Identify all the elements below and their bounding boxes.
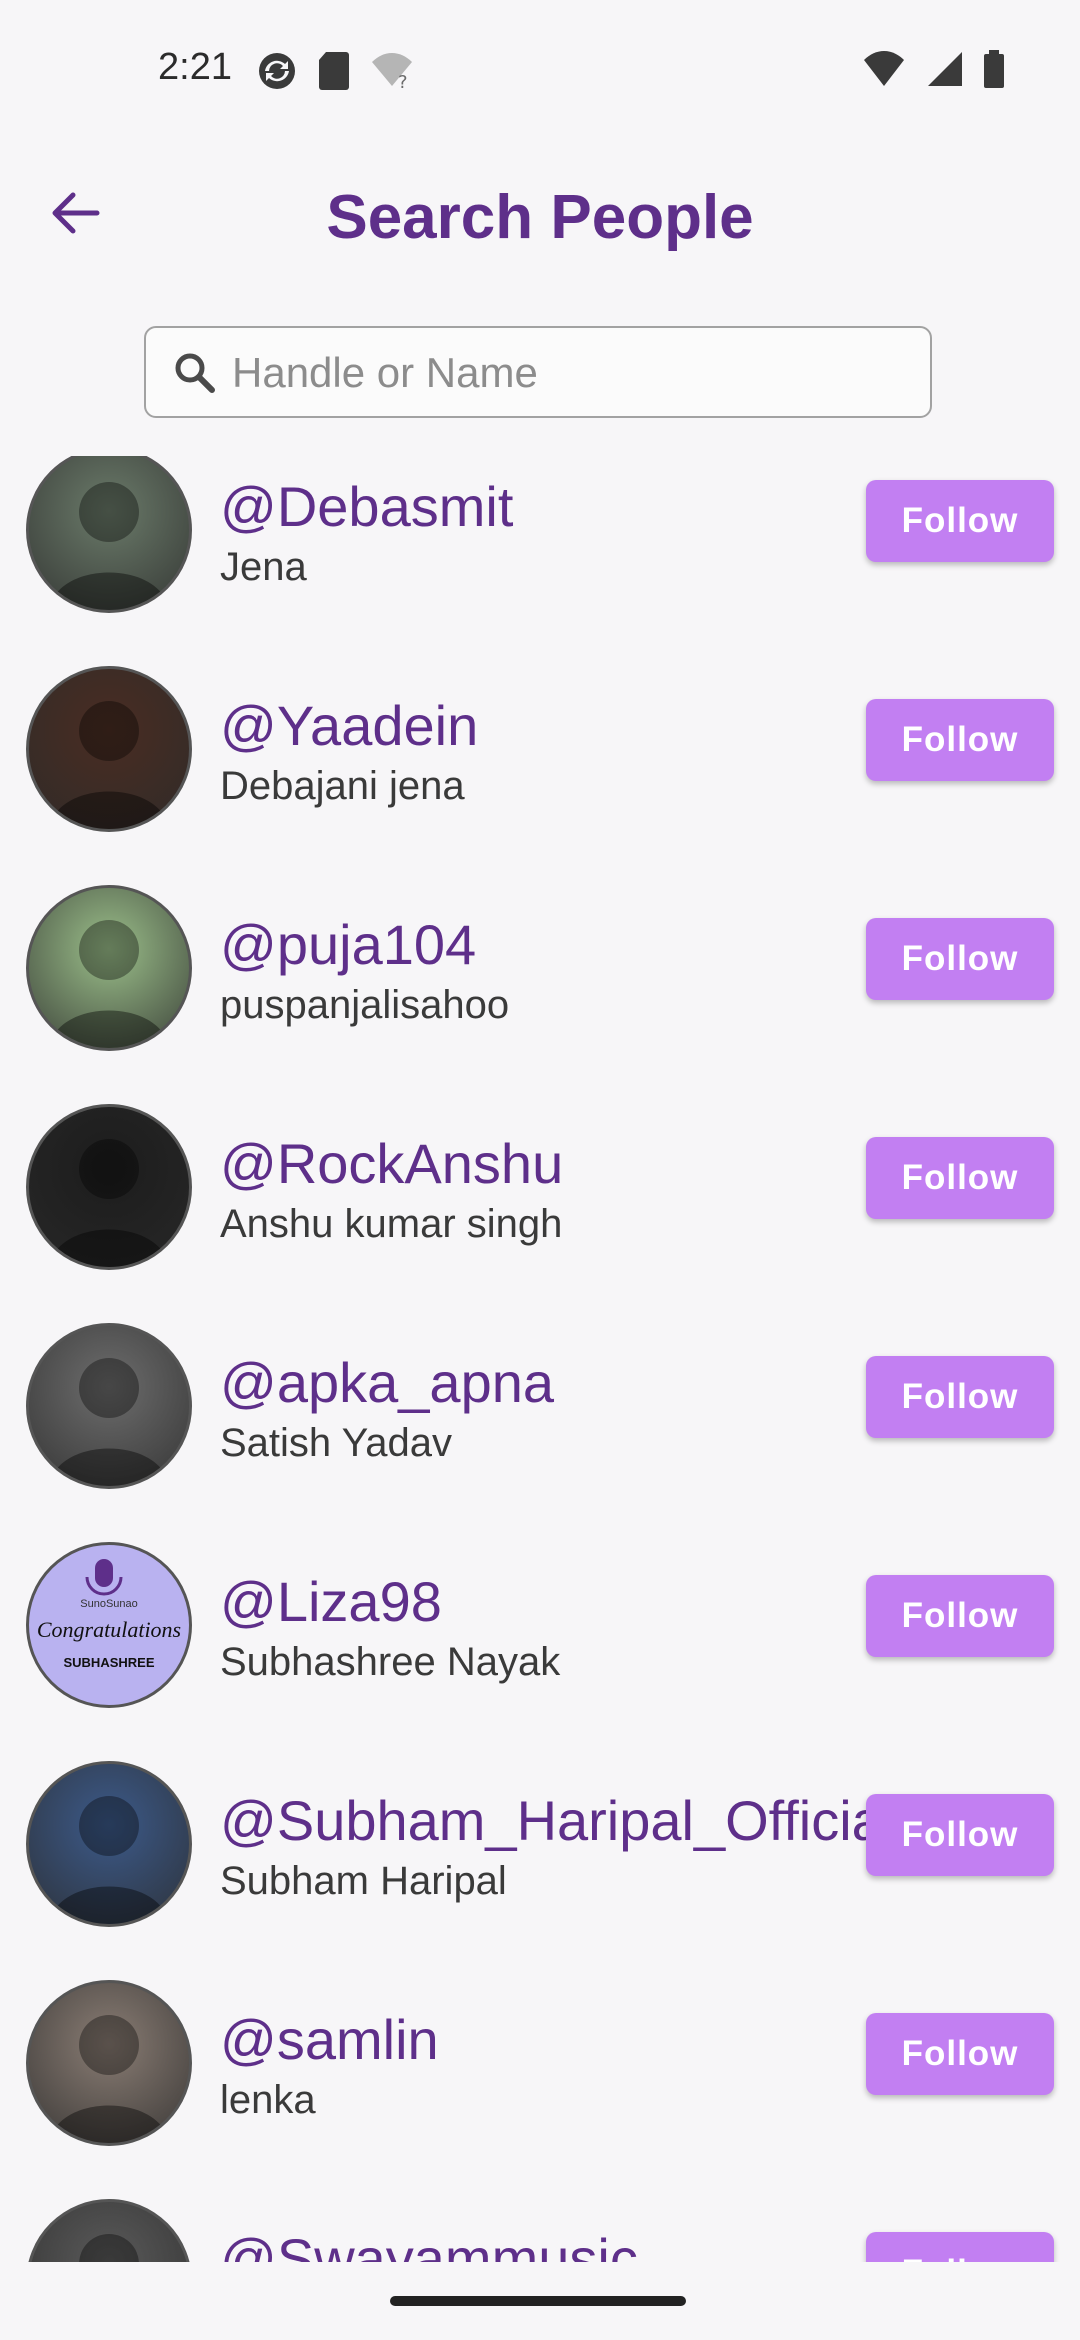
user-handle[interactable]: @Subham_Haripal_Official bbox=[220, 1788, 895, 1853]
follow-button[interactable]: Follow bbox=[866, 1356, 1054, 1438]
user-row[interactable]: SunoSunao Congratulations SUBHASHREE @Liza9… bbox=[0, 1517, 1080, 1737]
user-handle[interactable]: @Debasmit bbox=[220, 474, 513, 539]
svg-text:?: ? bbox=[398, 72, 408, 90]
status-icons-left: ? bbox=[256, 50, 414, 92]
avatar[interactable] bbox=[26, 1980, 192, 2146]
person-silhouette bbox=[49, 2015, 169, 2143]
people-list[interactable]: @Debasmit Jena Follow @Yaadein Debajani jena… bbox=[0, 456, 1080, 2262]
user-row[interactable]: @RockAnshu Anshu kumar singh Follow bbox=[0, 1079, 1080, 1299]
status-time: 2:21 bbox=[158, 46, 232, 88]
avatar-headline-text: Congratulations bbox=[37, 1617, 181, 1642]
avatar-image: SunoSunao Congratulations SUBHASHREE bbox=[37, 1559, 181, 1670]
search-box[interactable] bbox=[144, 326, 932, 418]
avatar[interactable] bbox=[26, 666, 192, 832]
header: Search People bbox=[0, 160, 1080, 270]
home-indicator[interactable] bbox=[390, 2296, 686, 2306]
user-handle[interactable]: @apka_apna bbox=[220, 1350, 554, 1415]
avatar[interactable] bbox=[26, 1104, 192, 1270]
search-icon bbox=[175, 353, 215, 393]
user-name: Jena bbox=[220, 545, 307, 589]
person-silhouette bbox=[49, 482, 169, 610]
follow-button[interactable]: Follow bbox=[866, 2013, 1054, 2095]
user-row[interactable]: @Yaadein Debajani jena Follow bbox=[0, 641, 1080, 861]
user-handle[interactable]: @puja104 bbox=[220, 912, 476, 977]
follow-button[interactable]: Follow bbox=[866, 918, 1054, 1000]
user-handle[interactable]: @Yaadein bbox=[220, 693, 478, 758]
user-handle[interactable]: @samlin bbox=[220, 2007, 439, 2072]
person-silhouette bbox=[49, 1358, 169, 1486]
user-row[interactable]: @Swayammusic Follow bbox=[0, 2174, 1080, 2262]
avatar[interactable] bbox=[26, 1323, 192, 1489]
person-silhouette bbox=[79, 2234, 139, 2262]
user-name: Debajani jena bbox=[220, 764, 465, 808]
avatar[interactable] bbox=[26, 456, 192, 613]
follow-button[interactable]: Follow bbox=[866, 1575, 1054, 1657]
avatar[interactable] bbox=[26, 2199, 192, 2262]
user-name: puspanjalisahoo bbox=[220, 983, 510, 1027]
follow-button[interactable]: Follow bbox=[866, 1794, 1054, 1876]
follow-button[interactable]: Follow bbox=[866, 1137, 1054, 1219]
user-row[interactable]: @samlin lenka Follow bbox=[0, 1955, 1080, 2175]
user-name: Subham Haripal bbox=[220, 1859, 507, 1903]
page-title: Search People bbox=[326, 183, 754, 252]
sync-icon bbox=[259, 53, 295, 89]
wifi-question-icon: ? bbox=[372, 53, 412, 90]
user-handle[interactable]: @Swayammusic bbox=[220, 2226, 638, 2262]
status-bar: 2:21 ? bbox=[0, 0, 1080, 140]
user-row[interactable]: @puja104 puspanjalisahoo Follow bbox=[0, 860, 1080, 1080]
sd-card-icon bbox=[319, 52, 349, 90]
user-name: Satish Yadav bbox=[220, 1421, 453, 1465]
user-name: Anshu kumar singh bbox=[220, 1202, 563, 1246]
user-name: lenka bbox=[220, 2078, 316, 2122]
person-silhouette bbox=[49, 1139, 169, 1267]
avatar[interactable]: SunoSunao Congratulations SUBHASHREE bbox=[26, 1542, 192, 1708]
battery-icon bbox=[984, 50, 1004, 88]
user-name: Subhashree Nayak bbox=[220, 1640, 561, 1684]
avatar[interactable] bbox=[26, 1761, 192, 1927]
user-handle[interactable]: @RockAnshu bbox=[220, 1131, 563, 1196]
user-row[interactable]: @Debasmit Jena Follow bbox=[0, 456, 1080, 642]
user-row[interactable]: @apka_apna Satish Yadav Follow bbox=[0, 1298, 1080, 1518]
avatar[interactable] bbox=[26, 885, 192, 1051]
wifi-icon bbox=[864, 51, 904, 86]
person-silhouette bbox=[49, 1796, 169, 1924]
status-icons-right bbox=[862, 50, 1006, 90]
follow-button[interactable]: Follow bbox=[866, 699, 1054, 781]
cellular-signal-icon bbox=[928, 52, 962, 86]
user-row[interactable]: @Subham_Haripal_Official Subham Haripal Fo… bbox=[0, 1736, 1080, 1956]
follow-button[interactable]: Follow bbox=[866, 480, 1054, 562]
person-silhouette bbox=[49, 920, 169, 1048]
user-handle[interactable]: @Liza98 bbox=[220, 1569, 442, 1634]
follow-button[interactable]: Follow bbox=[866, 2232, 1054, 2262]
avatar-caption-text: SUBHASHREE bbox=[63, 1655, 154, 1670]
search-input[interactable] bbox=[230, 328, 924, 418]
person-silhouette bbox=[49, 701, 169, 829]
avatar-brand-text: SunoSunao bbox=[80, 1598, 138, 1610]
